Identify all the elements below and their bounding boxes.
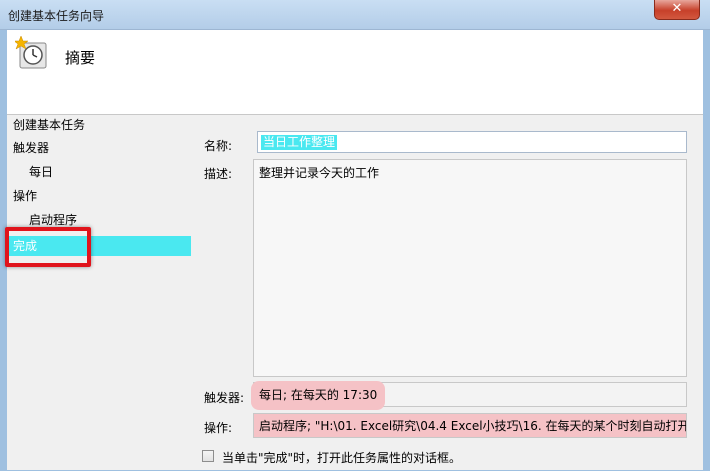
open-properties-label: 当单击"完成"时，打开此任务属性的对话框。 bbox=[222, 451, 462, 465]
name-label: 名称: bbox=[204, 139, 233, 153]
nav-step-label: 每日 bbox=[29, 165, 54, 179]
close-button[interactable]: ✕ bbox=[654, 0, 700, 20]
description-value: 整理并记录今天的工作 bbox=[259, 166, 380, 180]
wizard-body: 创建基本任务 触发器 每日 操作 启动程序 完成 名称: 当日工作整理 描述: … bbox=[5, 114, 703, 471]
name-input[interactable]: 当日工作整理 bbox=[257, 131, 687, 153]
description-label: 描述: bbox=[204, 167, 233, 181]
wizard-header: 摘要 bbox=[7, 30, 703, 114]
close-icon: ✕ bbox=[671, 1, 683, 16]
nav-step-label: 操作 bbox=[13, 189, 38, 203]
nav-step-daily[interactable]: 每日 bbox=[7, 162, 53, 182]
description-input[interactable]: 整理并记录今天的工作 bbox=[253, 159, 687, 377]
nav-step-label: 启动程序 bbox=[29, 213, 78, 227]
page-title: 摘要 bbox=[65, 49, 96, 67]
task-scheduler-clock-icon bbox=[15, 36, 47, 69]
nav-step-action[interactable]: 操作 bbox=[13, 186, 37, 206]
action-value: 启动程序; "H:\01. Excel研究\04.4 Excel小技巧\16. … bbox=[254, 414, 686, 437]
nav-step-label: 创建基本任务 bbox=[13, 118, 86, 132]
nav-step-create-task[interactable]: 创建基本任务 bbox=[13, 115, 85, 135]
wizard-steps-nav: 创建基本任务 触发器 每日 操作 启动程序 完成 bbox=[5, 115, 192, 471]
trigger-field[interactable]: 每日; 在每天的 17:30 bbox=[251, 381, 687, 410]
action-label: 操作: bbox=[204, 421, 233, 435]
action-field[interactable]: 启动程序; "H:\01. Excel研究\04.4 Excel小技巧\16. … bbox=[253, 413, 687, 438]
title-bar: 创建基本任务向导 ✕ bbox=[0, 0, 710, 30]
annotation-highlight-box bbox=[5, 227, 91, 267]
window-title: 创建基本任务向导 bbox=[8, 9, 105, 23]
name-value: 当日工作整理 bbox=[261, 135, 338, 150]
trigger-label: 触发器: bbox=[204, 391, 245, 405]
nav-step-trigger[interactable]: 触发器 bbox=[13, 138, 49, 158]
trigger-value: 每日; 在每天的 17:30 bbox=[251, 381, 386, 410]
open-properties-checkbox[interactable] bbox=[202, 450, 214, 462]
nav-step-label: 触发器 bbox=[13, 141, 50, 155]
